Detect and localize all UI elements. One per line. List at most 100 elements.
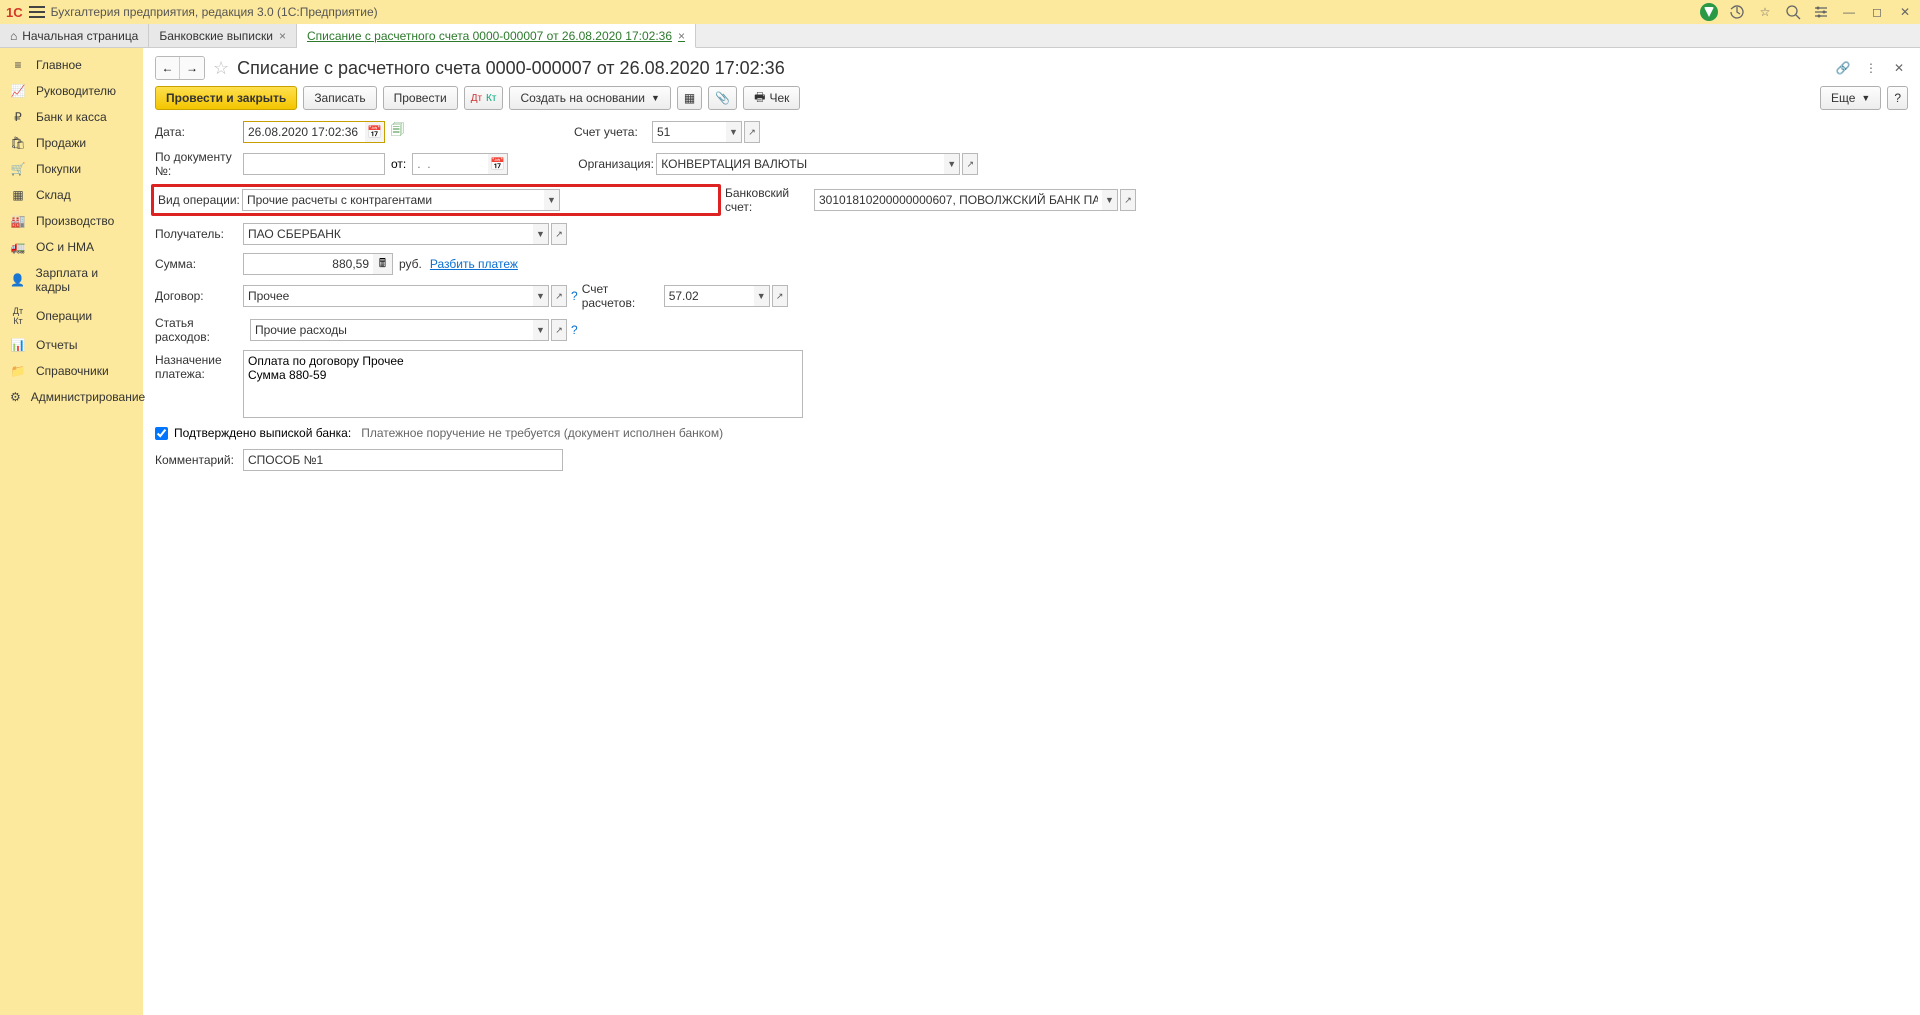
create-based-button[interactable]: Создать на основании▼	[509, 86, 670, 110]
dropdown-icon[interactable]: ▼	[533, 319, 549, 341]
calendar-icon[interactable]: 📅	[488, 153, 508, 175]
dropdown-icon[interactable]: ▼	[1102, 189, 1118, 211]
sidebar-label: Операции	[36, 309, 92, 323]
open-icon[interactable]: ↗	[1120, 189, 1136, 211]
close-tab-icon[interactable]: ×	[678, 29, 685, 43]
sidebar-item-catalogs[interactable]: 📁Справочники	[0, 358, 143, 384]
maximize-icon[interactable]: ◻	[1868, 3, 1886, 21]
sidebar-item-hr[interactable]: 👤 Зарплата и кадры	[0, 260, 143, 300]
docdate-input[interactable]	[412, 153, 488, 175]
tab-bank-statements[interactable]: Банковские выписки ×	[149, 24, 297, 47]
sidebar-item-warehouse[interactable]: ▦Склад	[0, 182, 143, 208]
help-icon[interactable]: ?	[571, 289, 578, 303]
sidebar-label: ОС и НМА	[36, 240, 94, 254]
post-button[interactable]: Провести	[383, 86, 458, 110]
sidebar-item-reports[interactable]: 📊Отчеты	[0, 332, 143, 358]
org-input[interactable]	[656, 153, 944, 175]
sidebar-item-bank[interactable]: ₽Банк и касса	[0, 104, 143, 130]
search-icon[interactable]	[1784, 3, 1802, 21]
open-icon[interactable]: ↗	[772, 285, 788, 307]
open-icon[interactable]: ↗	[551, 319, 567, 341]
sidebar-item-assets[interactable]: 🚛 ОС и НМА	[0, 234, 143, 260]
close-content-icon[interactable]: ✕	[1890, 59, 1908, 77]
settle-input[interactable]	[664, 285, 754, 307]
close-icon[interactable]: ✕	[1896, 3, 1914, 21]
dropdown-icon[interactable]: ▼	[544, 189, 560, 211]
create-based-label: Создать на основании	[520, 91, 645, 105]
open-icon[interactable]: ↗	[962, 153, 978, 175]
highlighted-row: Вид операции: ▼	[151, 184, 721, 216]
comment-input[interactable]	[243, 449, 563, 471]
bankacc-label: Банковский счет:	[725, 186, 814, 214]
logo-1c: 1С	[6, 5, 23, 20]
person-icon: 👤	[10, 273, 26, 287]
confirmed-note: Платежное поручение не требуется (докуме…	[361, 426, 723, 440]
confirmed-checkbox[interactable]	[155, 427, 168, 440]
forward-button[interactable]: →	[180, 57, 204, 79]
sidebar-item-main[interactable]: ≡Главное	[0, 52, 143, 78]
open-icon[interactable]: ↗	[551, 223, 567, 245]
sum-input[interactable]	[243, 253, 373, 275]
factory-icon: 🏭	[10, 214, 26, 228]
calendar-icon[interactable]: 📅	[365, 121, 385, 143]
save-button[interactable]: Записать	[303, 86, 376, 110]
dropdown-icon[interactable]: ▼	[754, 285, 770, 307]
sidebar-item-manager[interactable]: 📈Руководителю	[0, 78, 143, 104]
sidebar-item-sales[interactable]: 🛍Продажи	[0, 130, 143, 156]
main-menu-icon[interactable]	[29, 6, 45, 18]
dropdown-icon[interactable]: ▼	[726, 121, 742, 143]
tab-home-label: Начальная страница	[22, 29, 138, 43]
currency-label: руб.	[399, 257, 422, 271]
contract-input[interactable]	[243, 285, 533, 307]
dropdown-icon[interactable]: ▼	[944, 153, 960, 175]
expense-input[interactable]	[250, 319, 533, 341]
truck-icon: 🚛	[10, 240, 26, 254]
split-payment-link[interactable]: Разбить платеж	[430, 257, 518, 271]
help-button[interactable]: ?	[1887, 86, 1908, 110]
bankacc-input[interactable]	[814, 189, 1102, 211]
tab-home[interactable]: ⌂ Начальная страница	[0, 24, 149, 47]
movements-button[interactable]: ДтКт	[464, 86, 504, 110]
receipt-button[interactable]: 🖶Чек	[743, 86, 800, 110]
purpose-textarea[interactable]	[243, 350, 803, 418]
more-button[interactable]: Еще▼	[1820, 86, 1881, 110]
kebab-icon[interactable]: ⋮	[1862, 59, 1880, 77]
sidebar-label: Зарплата и кадры	[36, 266, 133, 294]
purpose-label: Назначение платежа:	[155, 350, 243, 381]
sidebar-label: Отчеты	[36, 338, 77, 352]
post-and-close-button[interactable]: Провести и закрыть	[155, 86, 297, 110]
toolbar: Провести и закрыть Записать Провести ДтК…	[155, 86, 1908, 110]
docnum-input[interactable]	[243, 153, 385, 175]
calculator-icon[interactable]: 🖩	[373, 253, 393, 275]
history-icon[interactable]	[1728, 3, 1746, 21]
sidebar-item-purchases[interactable]: 🛒Покупки	[0, 156, 143, 182]
dropdown-icon[interactable]: ▼	[533, 223, 549, 245]
optype-input[interactable]	[242, 189, 544, 211]
settings-icon[interactable]	[1812, 3, 1830, 21]
notifications-icon[interactable]	[1700, 3, 1718, 21]
sidebar-item-operations[interactable]: ДтКтОперации	[0, 300, 143, 332]
structure-button[interactable]: ▦	[677, 86, 702, 110]
account-input[interactable]	[652, 121, 726, 143]
from-label: от:	[391, 157, 406, 171]
dropdown-icon[interactable]: ▼	[533, 285, 549, 307]
sidebar-label: Главное	[36, 58, 82, 72]
sidebar-item-production[interactable]: 🏭Производство	[0, 208, 143, 234]
tab-document[interactable]: Списание с расчетного счета 0000-000007 …	[297, 24, 696, 48]
recipient-input[interactable]	[243, 223, 533, 245]
more-label: Еще	[1831, 91, 1855, 105]
date-input[interactable]	[243, 121, 365, 143]
close-tab-icon[interactable]: ×	[279, 29, 286, 43]
sidebar-item-admin[interactable]: ⚙Администрирование	[0, 384, 143, 410]
favorite-star-icon[interactable]: ☆	[213, 58, 229, 79]
open-icon[interactable]: ↗	[744, 121, 760, 143]
refresh-icon[interactable]: 🗐	[391, 121, 404, 143]
minimize-icon[interactable]: —	[1840, 3, 1858, 21]
back-button[interactable]: ←	[156, 57, 180, 79]
open-icon[interactable]: ↗	[551, 285, 567, 307]
attach-button[interactable]: 📎	[708, 86, 737, 110]
nav-buttons: ← →	[155, 56, 205, 80]
help-icon[interactable]: ?	[571, 323, 578, 337]
link-icon[interactable]: 🔗	[1834, 59, 1852, 77]
star-icon[interactable]: ☆	[1756, 3, 1774, 21]
